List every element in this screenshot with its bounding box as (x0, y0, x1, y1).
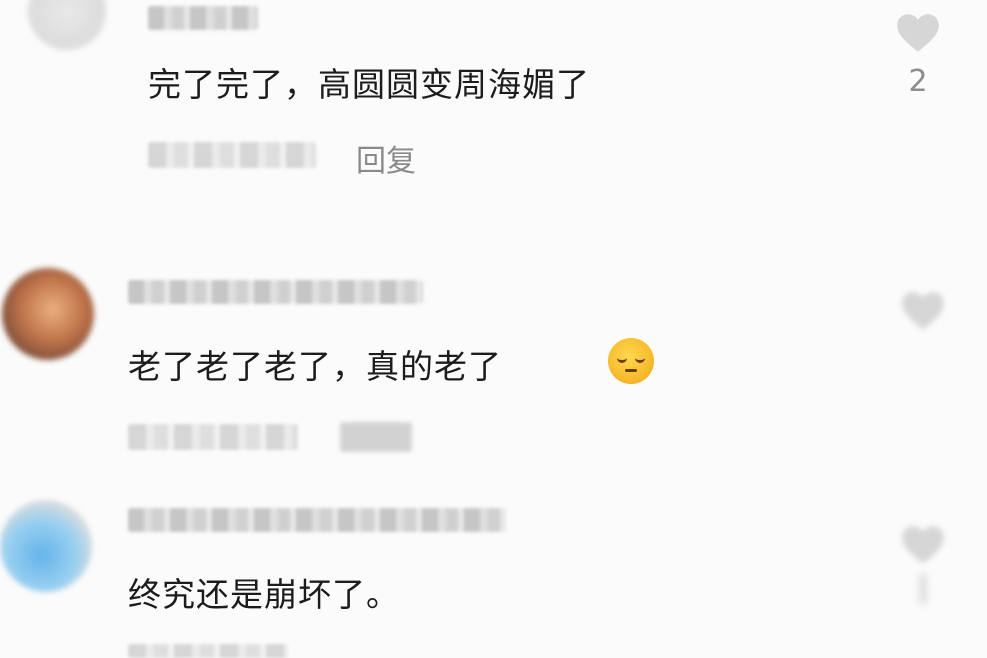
timestamp-blurred (128, 424, 298, 450)
pensive-face-icon (608, 338, 654, 384)
like-count: 2 (908, 64, 928, 99)
like-count-blurred (898, 574, 948, 604)
avatar[interactable] (0, 500, 92, 592)
comment-text: 终究还是崩坏了。 (128, 575, 400, 614)
comment-text: 完了完了，高圆圆变周海媚了 (148, 65, 590, 104)
heart-icon[interactable] (893, 8, 943, 58)
timestamp-blurred (148, 142, 316, 168)
heart-icon[interactable] (898, 520, 948, 570)
username-blurred[interactable] (148, 6, 258, 30)
comment-text: 老了老了老了，真的老了 (128, 347, 502, 386)
timestamp-blurred (128, 644, 288, 658)
reply-button-blurred[interactable] (340, 422, 412, 452)
reply-button[interactable]: 回复 (356, 136, 416, 180)
username-blurred[interactable] (128, 280, 423, 304)
avatar[interactable] (28, 0, 106, 50)
username-blurred[interactable] (128, 508, 506, 532)
avatar[interactable] (2, 268, 94, 360)
heart-icon[interactable] (898, 286, 948, 336)
